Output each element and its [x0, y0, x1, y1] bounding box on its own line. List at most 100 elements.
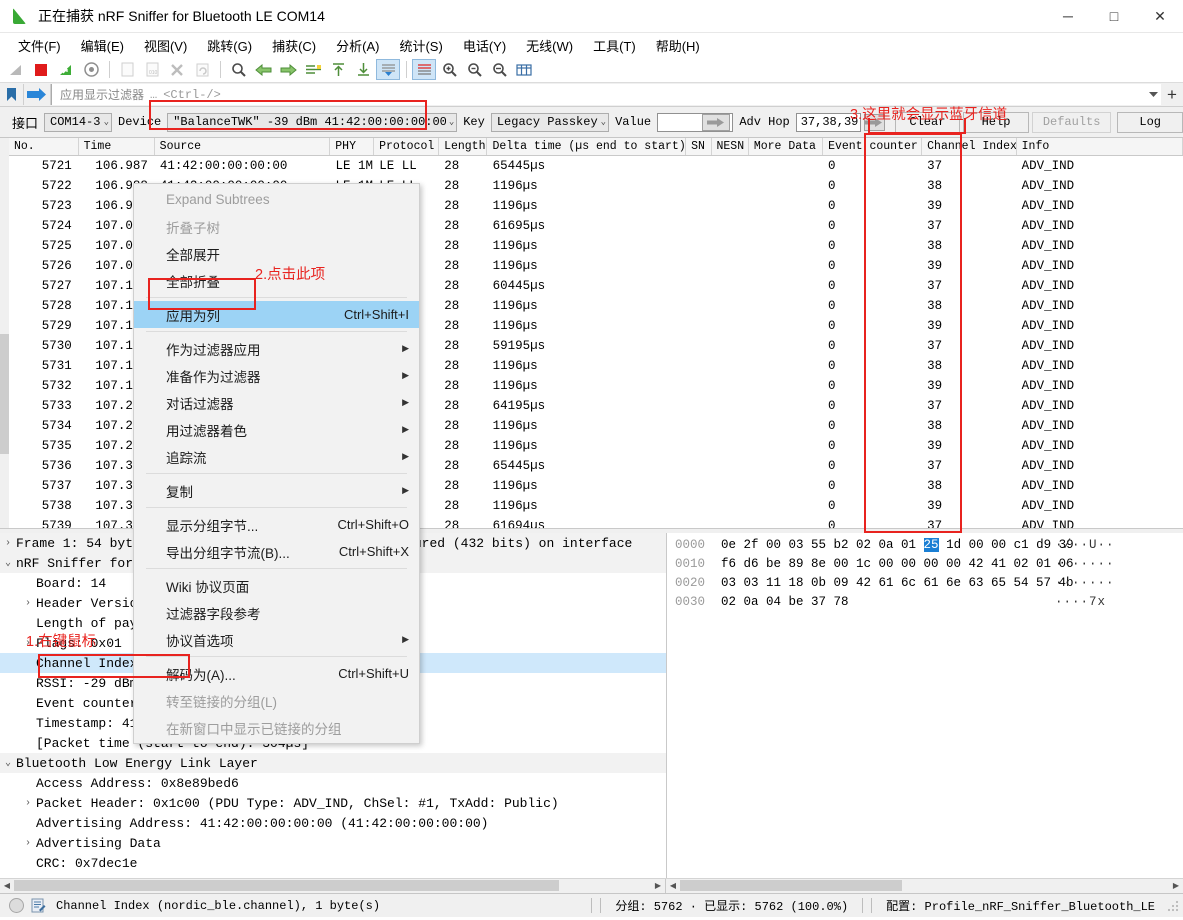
chevron-down-icon[interactable]: ⌄	[0, 757, 16, 769]
go-last-packet-icon[interactable]	[351, 59, 375, 80]
hex-dump-row[interactable]: 00000e 2f 00 03 55 b2 02 0a 01 25 1d 00 …	[667, 535, 1183, 554]
menu-2[interactable]: 视图(V)	[134, 33, 197, 58]
zoom-in-icon[interactable]	[437, 59, 461, 80]
log-button[interactable]: Log	[1117, 112, 1183, 133]
chevron-right-icon[interactable]: ›	[0, 538, 16, 549]
chevron-down-icon[interactable]: ⌄	[0, 557, 16, 569]
context-menu-item-9[interactable]: 对话过滤器▶	[134, 389, 419, 416]
detail-tree-row[interactable]: Advertising Address: 41:42:00:00:00:00 (…	[0, 813, 666, 833]
minimize-button[interactable]: ─	[1045, 0, 1091, 32]
resize-grip-icon[interactable]	[1165, 899, 1179, 913]
column-header-1[interactable]: Time	[79, 138, 155, 155]
bytes-scroll-right-button[interactable]: ▶	[1169, 879, 1183, 892]
bytes-scroll-left-button[interactable]: ◀	[666, 879, 680, 892]
device-combo[interactable]: "BalanceTWK" -39 dBm 41:42:00:00:00:00 ⌄	[167, 113, 457, 132]
capture-status-icon[interactable]	[9, 898, 24, 913]
open-file-icon[interactable]	[115, 59, 139, 80]
detail-tree-row[interactable]: Access Address: 0x8e89bed6	[0, 773, 666, 793]
column-header-5[interactable]: Length	[439, 138, 487, 155]
context-menu-item-15[interactable]: 显示分组字节...Ctrl+Shift+O	[134, 511, 419, 538]
maximize-button[interactable]: □	[1091, 0, 1137, 32]
chevron-right-icon[interactable]: ›	[20, 798, 36, 809]
menu-5[interactable]: 分析(A)	[326, 33, 389, 58]
capture-options-icon[interactable]	[79, 59, 103, 80]
column-header-12[interactable]: Info	[1017, 138, 1183, 155]
reload-file-icon[interactable]	[190, 59, 214, 80]
close-button[interactable]: ✕	[1137, 0, 1183, 32]
go-to-packet-icon[interactable]	[301, 59, 325, 80]
filter-bookmark-icon[interactable]	[0, 84, 24, 105]
column-header-10[interactable]: Event counter	[823, 138, 922, 155]
menu-1[interactable]: 编辑(E)	[71, 33, 134, 58]
auto-scroll-icon[interactable]	[376, 59, 400, 80]
restart-capture-icon[interactable]	[54, 59, 78, 80]
bytes-horizontal-scrollbar[interactable]	[680, 879, 1169, 893]
hex-dump-row[interactable]: 002003 03 11 18 0b 09 42 61 6c 61 6e 63 …	[667, 573, 1183, 592]
resize-columns-icon[interactable]	[512, 59, 536, 80]
context-menu-item-10[interactable]: 用过滤器着色▶	[134, 416, 419, 443]
save-file-icon[interactable]: 010	[140, 59, 164, 80]
capture-file-properties-icon[interactable]	[31, 898, 46, 913]
go-first-packet-icon[interactable]	[326, 59, 350, 80]
context-menu-item-22[interactable]: 解码为(A)...Ctrl+Shift+U	[134, 660, 419, 687]
filter-apply-icon[interactable]	[24, 84, 51, 105]
column-header-11[interactable]: Channel Index	[922, 138, 1016, 155]
stop-capture-icon[interactable]	[29, 59, 53, 80]
context-menu-item-5[interactable]: 应用为列Ctrl+Shift+I	[134, 301, 419, 328]
context-menu-item-11[interactable]: 追踪流▶	[134, 443, 419, 470]
column-header-9[interactable]: More Data	[749, 138, 823, 155]
context-menu-item-7[interactable]: 作为过滤器应用▶	[134, 335, 419, 362]
chevron-right-icon[interactable]: ›	[20, 838, 36, 849]
zoom-out-icon[interactable]	[462, 59, 486, 80]
detail-scroll-right-button[interactable]: ▶	[651, 879, 665, 892]
detail-tree-row[interactable]: ⌄Bluetooth Low Energy Link Layer	[0, 753, 666, 773]
find-packet-icon[interactable]	[226, 59, 250, 80]
menu-4[interactable]: 捕获(C)	[262, 33, 326, 58]
menu-6[interactable]: 统计(S)	[389, 33, 452, 58]
table-row[interactable]: 5721106.98741:42:00:00:00:00LE 1MLE LL28…	[0, 156, 1183, 176]
interface-combo[interactable]: COM14-3. ⌄	[44, 113, 112, 132]
context-menu-item-19[interactable]: 过滤器字段参考	[134, 599, 419, 626]
colorize-icon[interactable]	[412, 59, 436, 80]
detail-tree-row[interactable]: CRC: 0x7dec1e	[0, 853, 666, 873]
defaults-button[interactable]: Defaults	[1032, 112, 1112, 133]
go-back-icon[interactable]	[251, 59, 275, 80]
packet-list-vertical-scrollbar[interactable]	[0, 138, 9, 528]
go-forward-icon[interactable]	[276, 59, 300, 80]
context-menu-item-18[interactable]: Wiki 协议页面	[134, 572, 419, 599]
context-menu-item-13[interactable]: 复制▶	[134, 477, 419, 504]
column-header-2[interactable]: Source	[155, 138, 331, 155]
column-header-7[interactable]: SN	[686, 138, 711, 155]
column-header-0[interactable]: No.	[9, 138, 79, 155]
detail-tree-row[interactable]: ›Advertising Data	[0, 833, 666, 853]
packet-bytes-pane[interactable]: 00000e 2f 00 03 55 b2 02 0a 01 25 1d 00 …	[667, 533, 1183, 878]
context-menu-item-8[interactable]: 准备作为过滤器▶	[134, 362, 419, 389]
filter-dropdown-icon[interactable]	[1145, 84, 1161, 105]
value-input[interactable]	[657, 113, 733, 132]
menu-3[interactable]: 跳转(G)	[197, 33, 262, 58]
menu-0[interactable]: 文件(F)	[8, 33, 71, 58]
detail-tree-row[interactable]: ›Packet Header: 0x1c00 (PDU Type: ADV_IN…	[0, 793, 666, 813]
menu-10[interactable]: 帮助(H)	[646, 33, 710, 58]
column-header-3[interactable]: PHY	[330, 138, 374, 155]
display-filter-input[interactable]: 应用显示过滤器 … <Ctrl-/>	[51, 84, 1145, 105]
column-header-6[interactable]: Delta time (µs end to start)	[487, 138, 686, 155]
key-combo[interactable]: Legacy Passkey ⌄	[491, 113, 609, 132]
close-file-icon[interactable]	[165, 59, 189, 80]
detail-scroll-left-button[interactable]: ◀	[0, 879, 14, 892]
zoom-reset-icon[interactable]	[487, 59, 511, 80]
column-header-4[interactable]: Protocol	[374, 138, 439, 155]
menu-7[interactable]: 电话(Y)	[453, 33, 516, 58]
hex-dump-row[interactable]: 003002 0a 04 be 37 78····7x	[667, 592, 1183, 611]
value-submit-icon[interactable]	[702, 114, 730, 131]
detail-horizontal-scrollbar[interactable]	[14, 879, 651, 893]
menu-9[interactable]: 工具(T)	[583, 33, 646, 58]
chevron-right-icon[interactable]: ›	[20, 598, 36, 609]
filter-add-button[interactable]: +	[1161, 84, 1183, 105]
context-menu-item-20[interactable]: 协议首选项▶	[134, 626, 419, 653]
hex-dump-row[interactable]: 0010f6 d6 be 89 8e 00 1c 00 00 00 00 42 …	[667, 554, 1183, 573]
context-menu-item-16[interactable]: 导出分组字节流(B)...Ctrl+Shift+X	[134, 538, 419, 565]
start-capture-icon[interactable]	[4, 59, 28, 80]
menu-8[interactable]: 无线(W)	[516, 33, 583, 58]
column-header-8[interactable]: NESN	[712, 138, 749, 155]
